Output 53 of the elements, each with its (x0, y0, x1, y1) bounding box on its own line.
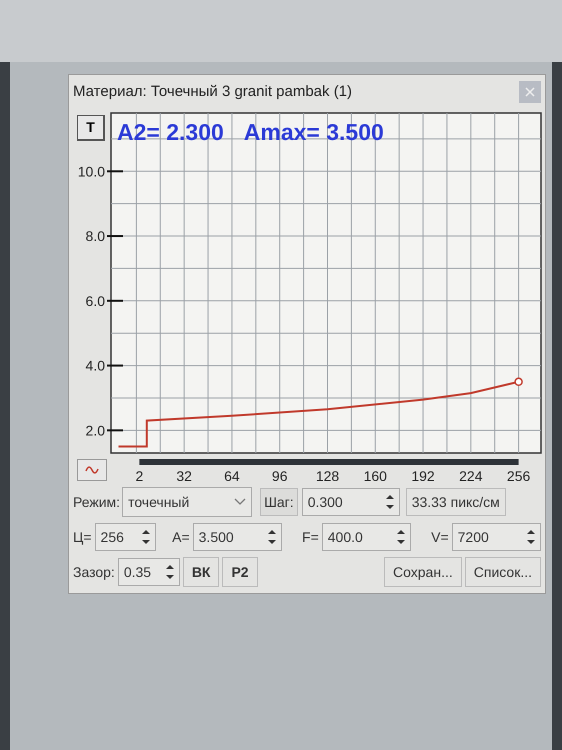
p2-button[interactable]: Р2 (222, 557, 258, 587)
curve-button[interactable] (77, 459, 107, 481)
gap-label: Зазор: (73, 562, 115, 582)
x-tick-label: 192 (411, 468, 435, 481)
close-icon (525, 87, 535, 97)
gap-field[interactable]: 0.35 (118, 558, 180, 586)
y-tick (107, 429, 123, 432)
x-tick-label: 224 (459, 468, 482, 481)
spinner-arrows-icon[interactable] (396, 528, 406, 546)
x-tick-label: 96 (272, 468, 288, 481)
text-toggle-button[interactable]: T (77, 115, 105, 141)
spinner-arrows-icon[interactable] (164, 563, 175, 581)
mode-label: Режим: (73, 492, 120, 512)
y-tick (107, 235, 123, 238)
a-label: A= (172, 528, 190, 546)
x-tick-label: 32 (176, 468, 192, 481)
a2-reading: A2= 2.300 (117, 118, 224, 147)
x-tick-label: 160 (364, 468, 387, 481)
x-tick-label: 128 (316, 468, 340, 481)
spinner-arrows-icon[interactable] (384, 493, 395, 511)
wave-icon (85, 466, 99, 474)
scale-reading: 33.33 пикс/см (406, 488, 506, 516)
y-tick-label: 4.0 (86, 358, 105, 374)
spinner-arrows-icon[interactable] (267, 528, 278, 546)
y-tick-label: 2.0 (86, 422, 105, 438)
v-label: V= (431, 528, 449, 546)
y-tick-label: 8.0 (86, 228, 105, 244)
v-field[interactable]: 7200 (452, 523, 542, 551)
y-tick-label: 10.0 (78, 163, 105, 180)
mode-dropdown[interactable]: точечный (122, 487, 252, 517)
y-tick-label: 6.0 (86, 292, 105, 309)
y-tick (107, 364, 123, 367)
step-field[interactable]: 0.300 (302, 488, 400, 516)
amax-reading: Amax= 3.500 (244, 118, 384, 147)
save-button[interactable]: Сохран... (384, 557, 462, 587)
x-tick-label: 256 (506, 468, 530, 481)
x-tick-label: 2 (135, 468, 144, 481)
c-field[interactable]: 256 (94, 523, 156, 551)
step-label: Шаг: (260, 488, 298, 516)
f-field[interactable]: 400.0 (322, 523, 412, 551)
window-title: Материал: Точечный 3 granit pambak (1) (73, 82, 352, 102)
x-tick-label: 64 (224, 468, 240, 481)
y-tick (107, 300, 123, 302)
f-label: F= (302, 528, 319, 546)
spinner-arrows-icon[interactable] (141, 528, 152, 546)
list-button[interactable]: Список... (464, 557, 541, 587)
c-label: Ц= (73, 528, 92, 547)
chevron-down-icon (234, 498, 246, 506)
end-point (514, 378, 523, 386)
spinner-arrows-icon[interactable] (526, 528, 536, 546)
a-field[interactable]: 3.500 (192, 523, 282, 551)
vk-button[interactable]: ВК (182, 557, 220, 587)
y-tick (107, 170, 123, 172)
